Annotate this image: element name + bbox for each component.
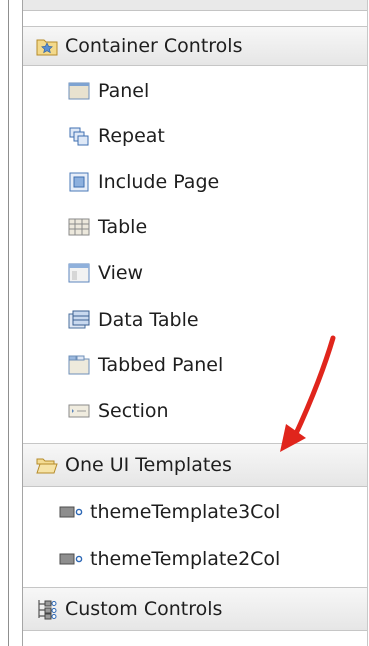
custom-control-icon: [59, 501, 83, 523]
tabbed-panel-icon: [67, 354, 91, 376]
panel-icon: [67, 80, 91, 102]
annotation-arrow-icon: [280, 335, 336, 452]
palette-item-label: Section: [98, 400, 169, 422]
open-folder-icon: [35, 454, 59, 476]
palette-item-panel[interactable]: Panel: [23, 70, 367, 112]
palette-item-label: Repeat: [98, 125, 165, 147]
palette-item-themetemplate3col[interactable]: themeTemplate3Col: [23, 490, 367, 534]
drawer-label: Container Controls: [65, 35, 243, 57]
palette-item-table[interactable]: Table: [23, 206, 367, 248]
palette-item-label: View: [98, 262, 144, 284]
custom-controls-icon: [35, 598, 59, 620]
palette-item-label: Table: [98, 216, 148, 238]
repeat-icon: [67, 125, 91, 147]
custom-control-icon: [59, 548, 83, 570]
data-table-icon: [67, 309, 91, 331]
palette-item-themetemplate2col[interactable]: themeTemplate2Col: [23, 537, 367, 581]
palette-item-label: Include Page: [98, 171, 220, 193]
drawer-label: Custom Controls: [65, 598, 223, 620]
table-icon: [67, 216, 91, 238]
include-page-icon: [67, 171, 91, 193]
section-icon: [67, 400, 91, 422]
palette-item-repeat[interactable]: Repeat: [23, 115, 367, 157]
palette-item-label: Panel: [98, 80, 150, 102]
palette-top-edge: [23, 0, 367, 11]
view-icon: [67, 262, 91, 284]
palette-item-label: themeTemplate3Col: [90, 501, 281, 523]
screenshot-frame: Container Controls Panel Repeat Include …: [0, 0, 369, 646]
drawer-container-controls[interactable]: Container Controls: [23, 26, 367, 66]
folder-star-icon: [35, 35, 59, 57]
left-divider: [8, 0, 9, 646]
drawer-custom-controls[interactable]: Custom Controls: [23, 587, 367, 631]
palette-item-include-page[interactable]: Include Page: [23, 161, 367, 203]
palette-item-view[interactable]: View: [23, 252, 367, 294]
drawer-label: One UI Templates: [65, 454, 232, 476]
palette-item-label: Data Table: [98, 309, 199, 331]
palette-item-label: themeTemplate2Col: [90, 548, 281, 570]
palette-item-label: Tabbed Panel: [98, 354, 224, 376]
palette-border-right: [367, 0, 368, 646]
